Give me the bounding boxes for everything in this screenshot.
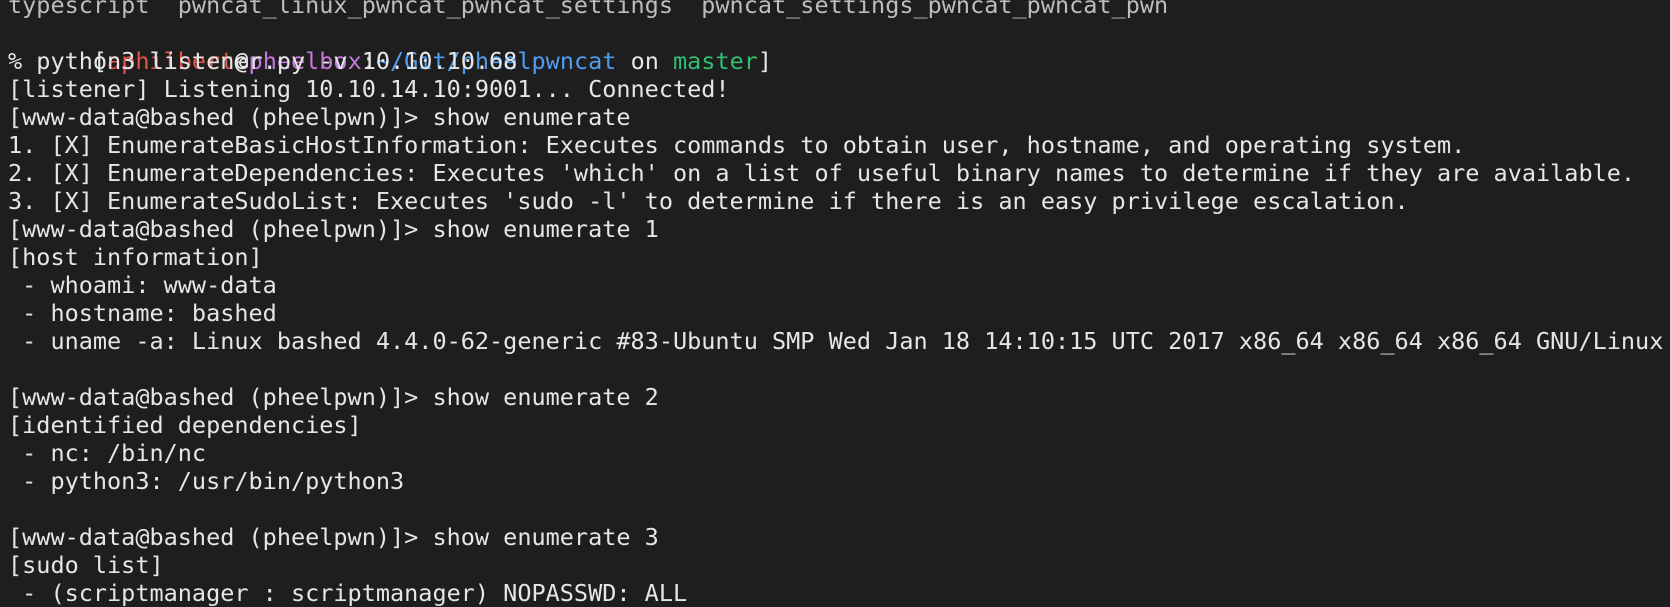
terminal-window[interactable]: typescript pwncat_linux_pwncat_pwncat_se… — [0, 0, 1670, 607]
terminal-line: [www-data@bashed (pheelpwn)]> show enume… — [8, 523, 659, 551]
terminal-line: [host information] — [8, 243, 263, 271]
terminal-line: [www-data@bashed (pheelpwn)]> show enume… — [8, 383, 659, 411]
terminal-line: 2. [X] EnumerateDependencies: Executes '… — [8, 159, 1636, 187]
terminal-output: typescript pwncat_linux_pwncat_pwncat_se… — [8, 0, 1670, 607]
terminal-line: 1. [X] EnumerateBasicHostInformation: Ex… — [8, 131, 1466, 159]
terminal-line-clipped: typescript pwncat_linux_pwncat_pwncat_se… — [8, 0, 1169, 19]
terminal-line: - hostname: bashed — [8, 299, 277, 327]
terminal-line: - nc: /bin/nc — [8, 439, 207, 467]
terminal-line: [www-data@bashed (pheelpwn)]> show enume… — [8, 215, 659, 243]
terminal-line: % python3 listener.py -v 10.10.10.68 — [8, 47, 518, 75]
shell-prompt: [aphilbert@pheelbox:~/Git/pheelpwncat on… — [8, 19, 1670, 75]
terminal-line: 3. [X] EnumerateSudoList: Executes 'sudo… — [8, 187, 1409, 215]
prompt-close-bracket: ] — [757, 47, 773, 75]
terminal-line: - whoami: www-data — [8, 271, 277, 299]
terminal-line: [www-data@bashed (pheelpwn)]> show enume… — [8, 103, 631, 131]
terminal-line: [listener] Listening 10.10.14.10:9001...… — [8, 75, 730, 103]
prompt-on: on — [616, 47, 674, 75]
terminal-line: - (scriptmanager : scriptmanager) NOPASS… — [8, 579, 688, 607]
terminal-line: [sudo list] — [8, 551, 164, 579]
terminal-line: - python3: /usr/bin/python3 — [8, 467, 405, 495]
terminal-line: [identified dependencies] — [8, 411, 362, 439]
prompt-branch: master — [673, 47, 758, 75]
terminal-line: - uname -a: Linux bashed 4.4.0-62-generi… — [8, 327, 1664, 355]
